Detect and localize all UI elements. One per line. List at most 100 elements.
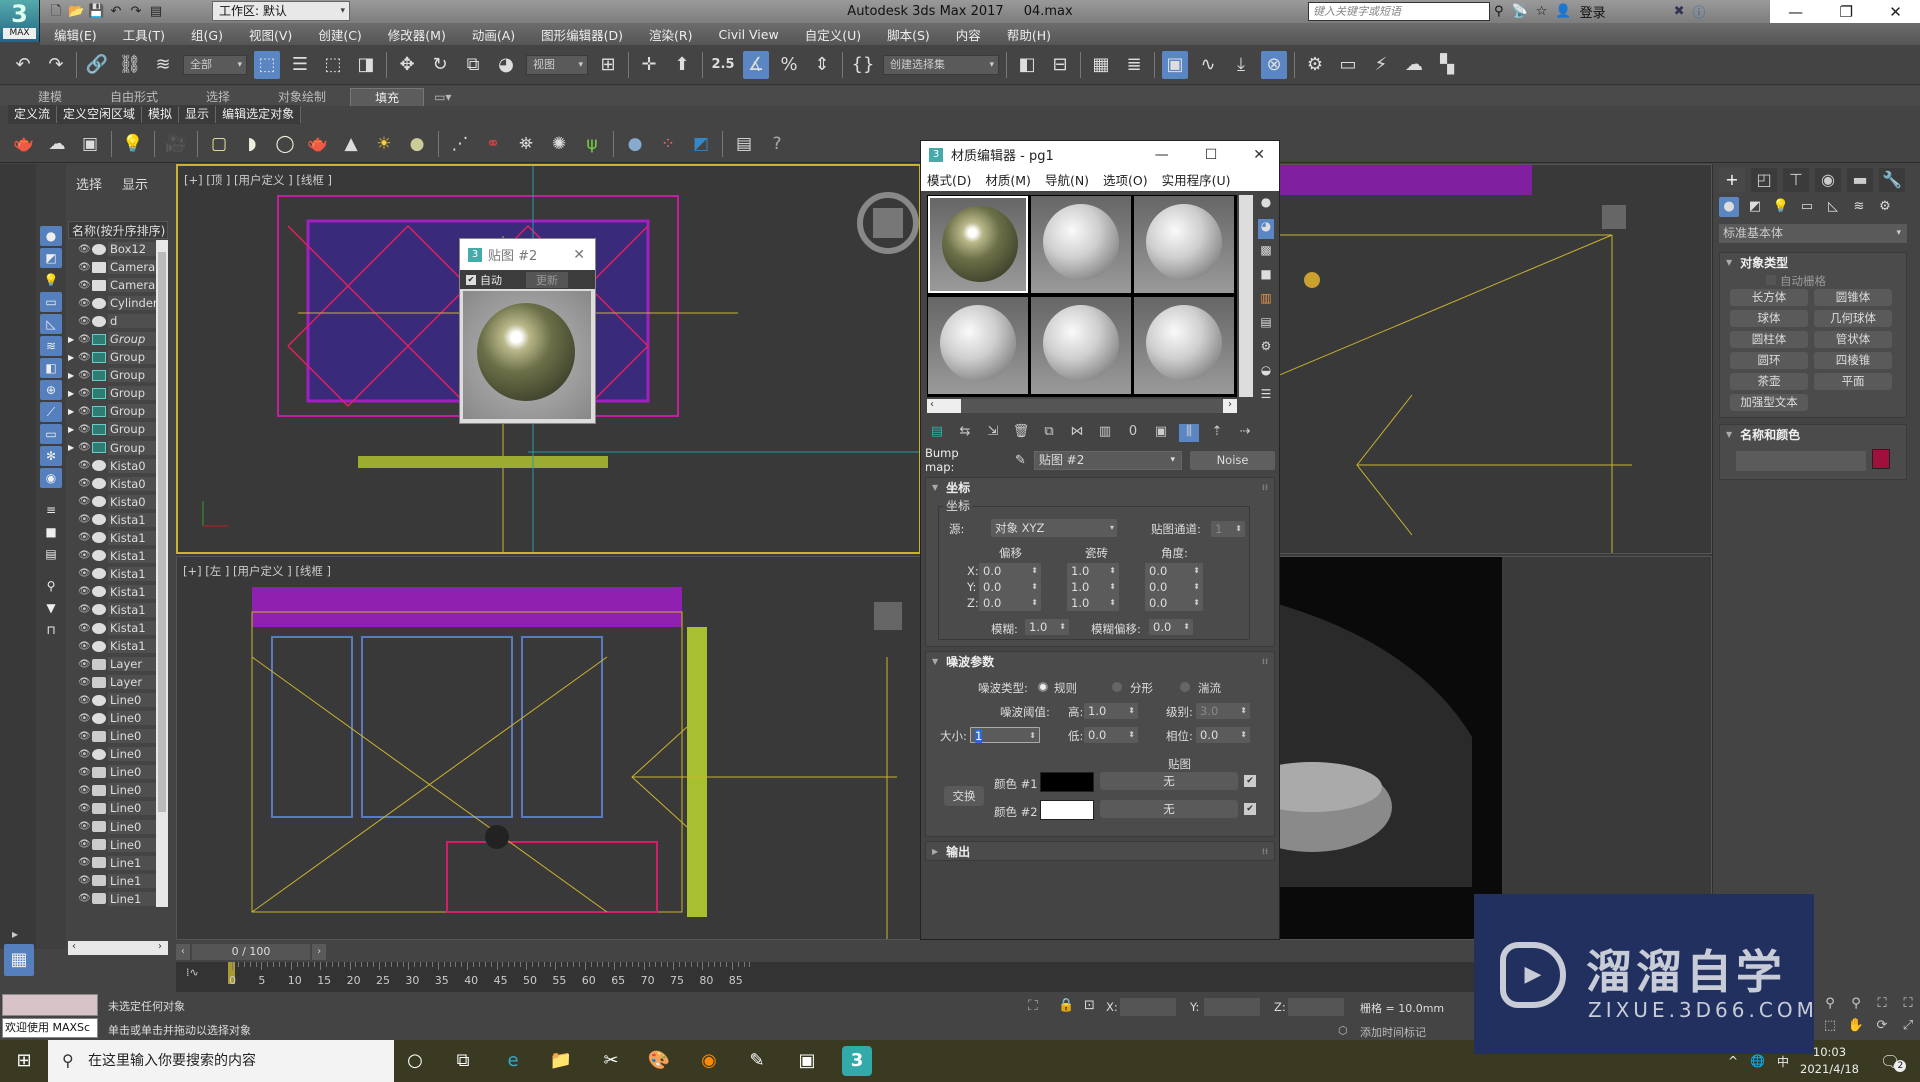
create-tab-icon[interactable]: + [1719, 168, 1745, 192]
scene-list-item[interactable]: 👁 Kista1 [68, 511, 156, 529]
edit-selected-button[interactable]: 编辑选定对象 [216, 106, 302, 123]
render-setup-icon[interactable]: ⚙ [1302, 51, 1328, 79]
plane-button[interactable]: 平面 [1814, 373, 1892, 390]
tab-selection[interactable]: 选择 [182, 88, 254, 106]
color1-swatch[interactable] [1040, 772, 1094, 792]
window-crossing-icon[interactable]: ◨ [353, 51, 379, 79]
scene-list-item[interactable]: 👁 Line0 [68, 799, 156, 817]
scene-list-item[interactable]: 👁 Line1 [68, 872, 156, 890]
expand-arrow-icon[interactable]: ▶ [68, 353, 78, 362]
ribbon-options-icon[interactable]: ▭▾ [424, 88, 461, 106]
maximize-viewport-icon[interactable]: ⤢ [1896, 1018, 1920, 1038]
displacement-icon[interactable]: ✺ [547, 132, 571, 156]
dome-light-icon[interactable]: ◗ [240, 132, 264, 156]
scene-list-item[interactable]: 👁 d [68, 312, 156, 330]
scene-list-item[interactable]: ▶ 👁 Group [68, 439, 156, 457]
simulate-button[interactable]: 模拟 [142, 106, 180, 123]
textplus-button[interactable]: 加强型文本 [1730, 394, 1808, 411]
filter-geometry-icon[interactable]: ● [40, 226, 62, 246]
add-time-tag-button[interactable]: 添加时间标记 [1360, 1024, 1426, 1040]
snipping-tool-icon[interactable]: ✂ [596, 1046, 626, 1076]
notepad-icon[interactable]: ✎ [742, 1046, 772, 1076]
selection-lock-icon[interactable]: 🔒 [1058, 998, 1074, 1013]
menu-help[interactable]: 帮助(H) [1007, 25, 1051, 44]
visibility-eye-icon[interactable]: 👁 [78, 370, 92, 381]
teapot-icon[interactable]: 🫖 [12, 132, 36, 156]
filter-cameras-icon[interactable]: ▭ [40, 292, 62, 312]
sun-icon[interactable]: ☀ [372, 132, 396, 156]
map-name-dropdown[interactable]: 贴图 #2 ▾ [1033, 450, 1183, 470]
color2-map-button[interactable]: 无 [1100, 800, 1238, 818]
sample-slots-vscrollbar[interactable] [1239, 195, 1253, 397]
motion-tab-icon[interactable]: ◉ [1815, 168, 1841, 192]
light-lister-icon[interactable]: 💡 [121, 132, 145, 156]
sample-slot-6[interactable] [1134, 297, 1234, 394]
viewcube[interactable] [873, 208, 903, 238]
login-button[interactable]: 登录 [1580, 2, 1606, 21]
visibility-eye-icon[interactable]: 👁 [78, 839, 92, 850]
filter-shapes-icon[interactable]: ◩ [40, 248, 62, 268]
render-grid-icon[interactable]: ▚ [1434, 51, 1460, 79]
low-spinner[interactable]: 0.0 ⬍ [1084, 727, 1138, 743]
get-material-icon[interactable]: ▤ [927, 424, 947, 442]
cloud-icon[interactable]: ☁ [45, 132, 69, 156]
star-icon[interactable]: ☆ [1536, 4, 1548, 19]
menu-civil-view[interactable]: Civil View [719, 27, 779, 42]
visibility-eye-icon[interactable]: 👁 [78, 623, 92, 634]
render-production-icon[interactable]: ⚡ [1368, 51, 1394, 79]
time-tag-icon[interactable]: ⬡ [1338, 1024, 1348, 1037]
keyboard-shortcut-override-icon[interactable]: ⬆ [669, 51, 695, 79]
close-icon[interactable]: ✕ [573, 247, 585, 263]
pyramid-button[interactable]: 四棱锥 [1814, 352, 1892, 369]
reset-map-icon[interactable]: 🗑 [1011, 424, 1031, 442]
scene-list-item[interactable]: 👁 Line0 [68, 691, 156, 709]
help-icon[interactable]: ⓘ [1692, 2, 1705, 21]
object-color-swatch[interactable] [1872, 449, 1890, 469]
visibility-eye-icon[interactable]: 👁 [78, 550, 92, 561]
scene-list-item[interactable]: 👁 Line0 [68, 727, 156, 745]
scene-list-item[interactable]: 👁 Kista1 [68, 529, 156, 547]
tab-select[interactable]: 选择 [76, 174, 102, 193]
visibility-eye-icon[interactable]: 👁 [78, 514, 92, 525]
options-icon[interactable]: ⚙ [1258, 339, 1274, 359]
select-by-material-icon[interactable]: ◒ [1258, 363, 1274, 383]
offset-spinner[interactable]: 0.0 ⬍ [979, 579, 1041, 595]
curve-editor-icon[interactable]: ∿ [1195, 51, 1221, 79]
camera-icon[interactable]: 🎥 [164, 132, 188, 156]
visibility-eye-icon[interactable]: 👁 [78, 316, 92, 327]
undo-icon[interactable]: ↶ [10, 51, 36, 79]
input-method-indicator[interactable]: 中 [1777, 1053, 1789, 1070]
rectangular-selection-icon[interactable]: ⬚ [320, 51, 346, 79]
scene-explorer-icon[interactable]: ▦ [1088, 51, 1114, 79]
scene-list-hscrollbar[interactable]: ‹ › [68, 941, 168, 955]
select-object-icon[interactable]: ⬚ [254, 50, 280, 79]
viewport-camera[interactable] [1231, 556, 1712, 940]
snaps-toggle-icon[interactable]: 2.5 [710, 51, 736, 79]
scroll-right-icon[interactable]: › [158, 941, 162, 952]
layer-explorer-icon[interactable]: ≣ [1121, 51, 1147, 79]
toggle-ribbon-icon[interactable]: ▣ [1162, 50, 1188, 79]
cortana-icon[interactable]: ○ [400, 1046, 430, 1076]
sphere-light-icon[interactable]: ◯ [273, 132, 297, 156]
orbit-icon[interactable]: ⟳ [1870, 1018, 1894, 1038]
scene-list-item[interactable]: 👁 Kista0 [68, 457, 156, 475]
tab-display[interactable]: 显示 [122, 174, 148, 193]
visibility-eye-icon[interactable]: 👁 [78, 767, 92, 778]
mesh-light-icon[interactable]: 🫖 [306, 132, 330, 156]
visibility-eye-icon[interactable]: 👁 [78, 406, 92, 417]
sample-slot-4[interactable] [928, 297, 1028, 394]
scroll-left-icon[interactable]: ‹ [927, 399, 961, 413]
scene-list-item[interactable]: 👁 Kista1 [68, 637, 156, 655]
restore-icon[interactable]: ❐ [1839, 3, 1852, 21]
plane-light-icon[interactable]: ▢ [207, 132, 231, 156]
selection-filter-dropdown[interactable]: 全部 ▾ [183, 54, 247, 75]
proxy-icon[interactable]: ⛯ [514, 132, 538, 156]
scene-list-item[interactable]: 👁 Line0 [68, 745, 156, 763]
scene-list-item[interactable]: 👁 Line0 [68, 836, 156, 854]
x-coordinate-field[interactable] [1120, 998, 1176, 1016]
define-idle-areas-button[interactable]: 定义空闲区域 [57, 106, 143, 123]
network-icon[interactable]: 🌐 [1750, 1054, 1765, 1068]
task-view-icon[interactable]: ⧉ [448, 1046, 478, 1076]
visibility-eye-icon[interactable]: 👁 [78, 280, 92, 291]
zoom-region-icon[interactable]: ⬚ [1818, 1018, 1842, 1038]
